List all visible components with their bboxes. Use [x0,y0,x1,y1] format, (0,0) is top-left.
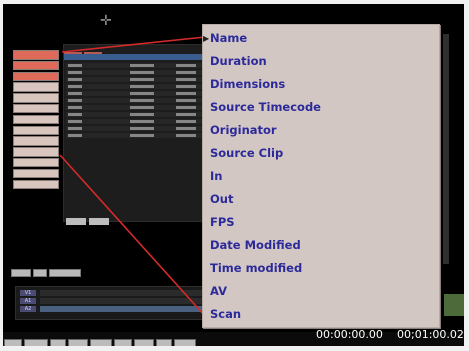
crosshair-cursor-icon: ✛ [100,13,112,29]
table-row[interactable] [66,63,206,68]
clip-thumbnail [444,294,464,316]
column-list-item[interactable] [13,103,59,114]
menu-item-time-modified[interactable]: Time modified [210,259,302,278]
column-list-item[interactable] [13,71,59,82]
toolbar-button[interactable] [134,339,154,346]
table-row[interactable] [66,77,206,82]
menu-item-fps[interactable]: FPS [210,213,235,232]
scrollbar[interactable] [443,34,449,264]
screenshot-frame: ✛ V1 A1 A2 00:00:00.00 00;01:00.02 ▶ Nam… [0,0,469,351]
timeline-tracks: V1 A1 A2 [15,286,207,320]
column-list-item[interactable] [13,114,59,125]
menu-item-out[interactable]: Out [210,190,233,209]
column-list-item[interactable] [13,82,59,92]
monitor-button[interactable] [33,269,47,277]
toolbar-button[interactable] [114,339,132,346]
table-row[interactable] [66,133,206,138]
table-row[interactable] [66,112,206,117]
menu-item-source-timecode[interactable]: Source Timecode [210,98,321,117]
menu-item-av[interactable]: AV [210,282,227,301]
track-label[interactable]: V1 [20,290,36,296]
table-row[interactable] [66,105,206,110]
bin-tabs [64,45,210,60]
column-list-item[interactable] [13,93,59,103]
column-list-item[interactable] [13,179,59,190]
menu-item-originator[interactable]: Originator [210,121,277,140]
track-bar[interactable] [40,306,204,312]
column-list-item[interactable] [13,136,59,146]
menu-item-source-clip[interactable]: Source Clip [210,144,283,163]
table-row[interactable] [66,70,206,75]
current-timecode: 00:00:00.00 [316,328,383,341]
bin-footer-button[interactable] [66,218,86,225]
bin-window [63,44,211,225]
column-list [13,50,59,190]
toolbar-button[interactable] [24,339,48,346]
menu-item-name[interactable]: Name [210,29,247,48]
monitor-button[interactable] [49,269,81,277]
table-row[interactable] [66,119,206,124]
menu-pointer-icon: ▶ [203,34,210,43]
toolbar-button[interactable] [4,339,22,346]
bin-column-header[interactable] [64,54,210,60]
toolbar-button[interactable] [156,339,172,346]
column-list-item[interactable] [13,60,59,71]
track-label[interactable]: A1 [20,298,36,304]
table-row[interactable] [66,91,206,96]
toolbar-button[interactable] [50,339,66,346]
track-bar[interactable] [40,298,204,304]
duration-timecode: 00;01:00.02 [397,328,464,341]
monitor-button[interactable] [11,269,31,277]
toolbar-button[interactable] [174,339,196,346]
track-bar[interactable] [40,290,204,296]
toolbar-button[interactable] [68,339,88,346]
menu-item-scan[interactable]: Scan [210,305,241,324]
monitor-buttons [11,262,83,281]
menu-item-date-modified[interactable]: Date Modified [210,236,301,255]
column-list-item[interactable] [13,157,59,168]
menu-item-dimensions[interactable]: Dimensions [210,75,285,94]
table-row[interactable] [66,84,206,89]
table-row[interactable] [66,126,206,131]
column-list-item[interactable] [13,50,59,60]
column-popup-menu: ▶ Name Duration Dimensions Source Timeco… [202,24,440,328]
toolbar-button[interactable] [90,339,112,346]
table-row[interactable] [66,98,206,103]
track-label[interactable]: A2 [20,306,36,312]
column-list-item[interactable] [13,147,59,157]
bottom-toolbar [3,332,464,346]
bin-footer-button[interactable] [89,218,109,225]
menu-item-duration[interactable]: Duration [210,52,267,71]
column-list-item[interactable] [13,125,59,136]
column-list-item[interactable] [13,168,59,179]
bin-footer-buttons [66,210,112,225]
menu-item-in[interactable]: In [210,167,222,186]
